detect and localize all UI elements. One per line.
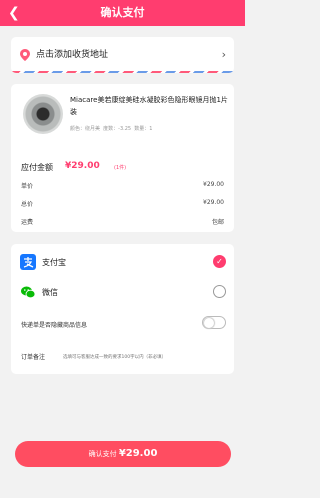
remark-label: 订单备注	[21, 354, 46, 361]
alipay-radio[interactable]: ✓	[213, 255, 226, 268]
confirm-pay-amount: ¥29.00	[118, 448, 158, 459]
add-address-text: 点击添加收货地址	[36, 50, 109, 60]
order-card: Miacare美若康绽美硅水凝胶彩色隐形眼镜月抛1片装 颜色：绕月美 度数：-3…	[11, 84, 234, 232]
payment-card: 支付宝 ✓ 微信 快递单是否隐藏商品信息 订单备注	[11, 244, 234, 374]
chevron-right-icon: ›	[221, 48, 226, 61]
confirm-pay-label: 确认支付	[88, 450, 117, 458]
remark-input[interactable]	[63, 352, 223, 362]
amount-due-price: ¥29.00	[65, 161, 100, 171]
total-price-label: 总价	[21, 201, 34, 208]
top-bar: ❮ 确认支付	[0, 0, 245, 26]
product-image	[23, 94, 63, 134]
shipping-label: 运费	[21, 219, 34, 226]
unit-price-label: 单价	[21, 183, 34, 190]
hide-info-toggle[interactable]	[202, 316, 226, 329]
wechat-icon	[21, 286, 36, 299]
address-card[interactable]: 点击添加收货地址 ›	[11, 37, 234, 73]
unit-price-value: ¥29.00	[203, 181, 224, 188]
hide-info-label: 快递单是否隐藏商品信息	[21, 322, 88, 329]
amount-due-count: (1件)	[114, 165, 127, 171]
total-price-value: ¥29.00	[203, 199, 224, 206]
product-name: Miacare美若康绽美硅水凝胶彩色隐形眼镜月抛1片装	[70, 96, 228, 116]
alipay-icon	[20, 254, 36, 270]
alipay-label[interactable]: 支付宝	[42, 257, 66, 268]
address-stripe	[11, 71, 234, 73]
wechat-label[interactable]: 微信	[42, 287, 58, 298]
wechat-radio[interactable]	[213, 285, 226, 298]
location-pin-icon	[20, 49, 30, 61]
shipping-value: 包邮	[211, 219, 224, 226]
toggle-knob	[204, 318, 214, 328]
confirm-pay-button[interactable]: 确认支付 ¥29.00	[15, 441, 231, 467]
page-title: 确认支付	[100, 6, 145, 19]
amount-due-label: 应付金额	[21, 163, 53, 172]
product-spec: 颜色：绕月美 度数：-3.25 数量：1	[70, 126, 153, 132]
